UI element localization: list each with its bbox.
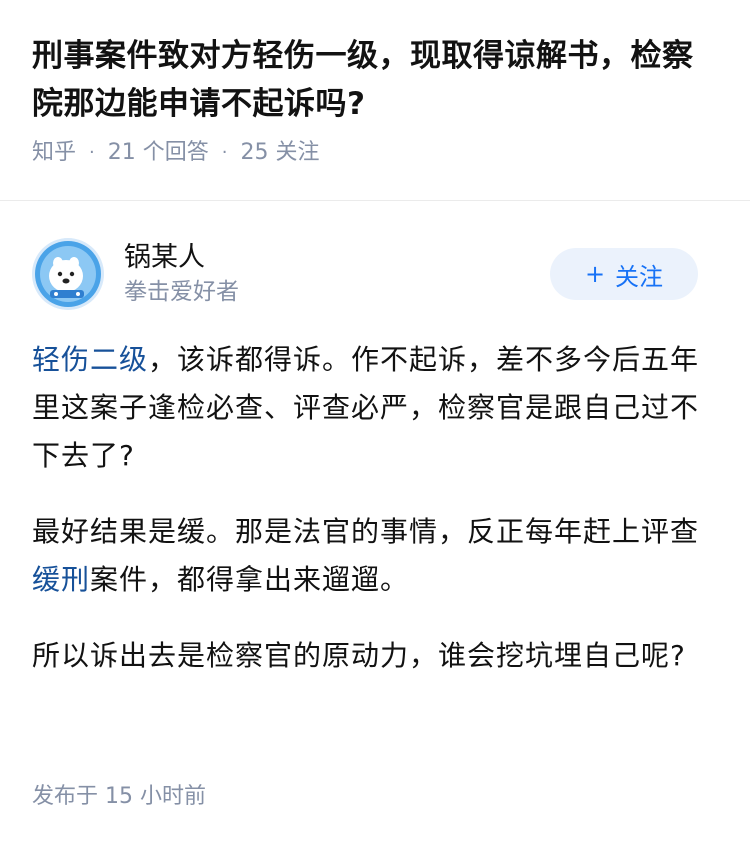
source-label[interactable]: 知乎: [32, 138, 76, 168]
separator-dot: ·: [89, 142, 95, 163]
paragraph-text: 所以诉出去是检察官的原动力，谁会挖坑埋自己呢?: [32, 639, 686, 672]
follow-label: 关注: [615, 262, 664, 291]
author-info: 锅某人 拳击爱好者: [124, 240, 550, 308]
answer-paragraph: 轻伤二级，该诉都得诉。作不起诉，差不多今后五年里这案子逢检必查、评查必严，检察官…: [32, 336, 710, 480]
author-name[interactable]: 锅某人: [124, 240, 550, 276]
answer-paragraph: 最好结果是缓。那是法官的事情，反正每年赶上评查缓刑案件，都得拿出来遛遛。: [32, 508, 710, 604]
follower-count[interactable]: 25 关注: [240, 138, 319, 168]
publish-time: 发布于 15 小时前: [32, 784, 206, 809]
author-row: 锅某人 拳击爱好者 + 关注: [32, 236, 698, 312]
follow-button[interactable]: + 关注: [550, 248, 698, 300]
author-bio: 拳击爱好者: [124, 279, 239, 305]
divider: [0, 200, 750, 201]
answer-count[interactable]: 21 个回答: [108, 138, 209, 168]
question-header: 刑事案件致对方轻伤一级，现取得谅解书，检察院那边能申请不起诉吗? 知乎 · 21…: [0, 0, 750, 168]
paragraph-text: 案件，都得拿出来遛遛。: [90, 563, 410, 596]
avatar-image: [32, 238, 104, 310]
separator-dot: ·: [221, 142, 228, 163]
question-title[interactable]: 刑事案件致对方轻伤一级，现取得谅解书，检察院那边能申请不起诉吗?: [32, 32, 718, 128]
answer-content: 轻伤二级，该诉都得诉。作不起诉，差不多今后五年里这案子逢检必查、评查必严，检察官…: [32, 336, 710, 708]
question-meta: 知乎 · 21 个回答 · 25 关注: [32, 138, 718, 168]
answer-paragraph: 所以诉出去是检察官的原动力，谁会挖坑埋自己呢?: [32, 632, 710, 680]
avatar[interactable]: [32, 238, 104, 310]
keyword-link[interactable]: 缓刑: [32, 563, 90, 596]
plus-icon: +: [584, 260, 606, 288]
keyword-link[interactable]: 轻伤二级: [32, 343, 148, 376]
paragraph-text: 最好结果是缓。那是法官的事情，反正每年赶上评查: [32, 515, 700, 548]
